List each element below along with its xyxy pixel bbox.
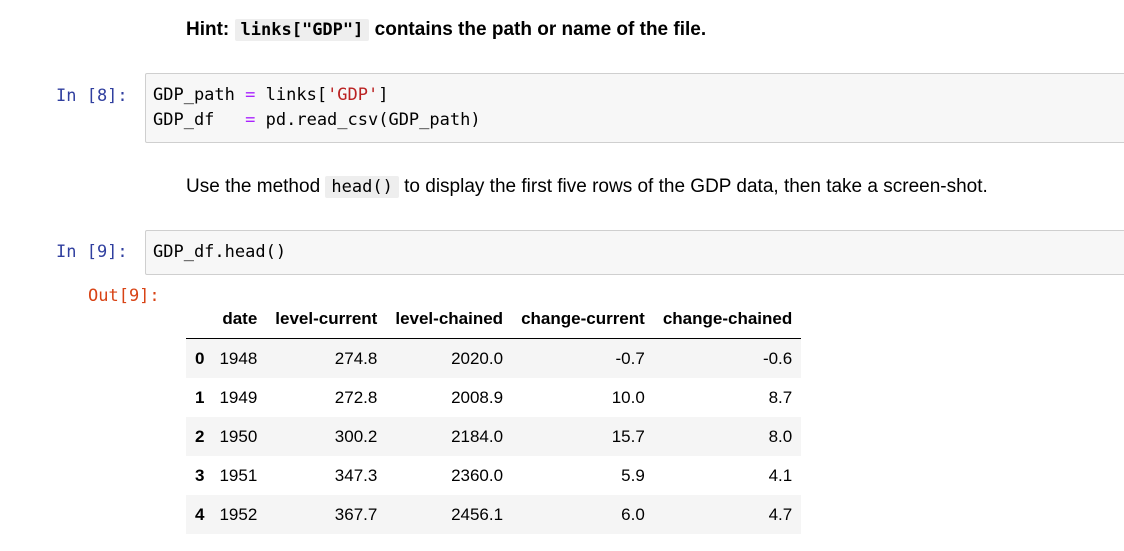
code-line-2: GDP_df = pd.read_csv(GDP_path) [146,108,1124,133]
cell-level-current: 300.2 [334,426,378,446]
column-header-change-chained: change-chained [653,300,802,339]
table-row: 2 1950 300.2 2184.0 15.7 8.0 [186,417,802,456]
cell-level-chained: 2020.0 [451,348,504,368]
code-var: GDP_df [153,110,215,130]
column-header-level-chained: level-chained [386,300,513,339]
row-index: 0 [195,348,205,368]
cell-level-chained: 2360.0 [451,465,504,485]
table-row: 1 1949 272.8 2008.9 10.0 8.7 [186,378,801,417]
code-line-1: GDP_path = links['GDP'] [146,83,1124,108]
cell-date: 1949 [219,387,258,407]
cell-level-chained: 2008.9 [451,387,504,407]
column-header-change-current: change-current [512,300,654,339]
cell-level-chained: 2456.1 [451,504,504,524]
cell-change-current: -0.7 [615,348,645,368]
cell-change-chained: 4.7 [768,504,793,524]
instruction-text: Use the method head() to display the fir… [186,175,988,199]
table-row: 0 1948 274.8 2020.0 -0.7 -0.6 [186,338,802,378]
cell-date: 1950 [219,426,258,446]
table-row: 4 1952 367.7 2456.1 6.0 4.7 [186,495,802,534]
cell-9-output-prompt: Out[9]: [88,286,160,306]
code-operator: = [245,110,256,130]
row-index: 2 [195,426,205,446]
hint-label: Hint: [186,19,230,40]
cell-level-current: 347.3 [334,465,378,485]
cell-change-current: 5.9 [621,465,645,485]
cell-change-chained: 8.7 [768,387,793,407]
code-var: GDP_path [153,85,235,105]
instruction-before: Use the method [186,176,321,197]
column-header-date: date [210,300,267,339]
instruction-after: to display the first five rows of the GD… [404,176,988,197]
column-header-index [186,300,211,339]
cell-level-chained: 2184.0 [451,426,504,446]
cell-level-current: 272.8 [334,387,378,407]
cell-9-prompt: In [9]: [56,242,128,262]
cell-change-current: 10.0 [611,387,645,407]
hint-text: Hint: links["GDP"] contains the path or … [186,18,706,42]
row-index: 3 [195,465,205,485]
cell-date: 1952 [219,504,258,524]
code-line-1: GDP_df.head() [153,242,287,262]
cell-8-input[interactable]: GDP_path = links['GDP'] GDP_df = pd.read… [145,73,1124,143]
cell-8-prompt: In [8]: [56,86,128,106]
cell-change-chained: -0.6 [762,348,793,368]
hint-code: links["GDP"] [234,19,370,41]
code-text: ] [378,85,389,105]
table-header-row: date level-current level-chained change-… [186,300,802,339]
cell-change-current: 15.7 [611,426,645,446]
code-string: 'GDP' [327,85,379,105]
row-index: 1 [195,387,205,407]
table-row: 3 1951 347.3 2360.0 5.9 4.1 [186,456,801,495]
cell-change-current: 6.0 [621,504,645,524]
code-text: links[ [265,85,328,105]
code-operator: = [245,85,256,105]
cell-change-chained: 8.0 [768,426,793,446]
dataframe-table: date level-current level-chained change-… [186,300,802,534]
row-index: 4 [195,504,205,524]
instruction-code: head() [325,176,399,198]
cell-date: 1948 [219,348,258,368]
cell-date: 1951 [219,465,258,485]
cell-level-current: 274.8 [334,348,378,368]
column-header-level-current: level-current [266,300,387,339]
cell-level-current: 367.7 [334,504,378,524]
cell-9-input[interactable]: GDP_df.head() [145,230,1124,275]
code-text: pd.read_csv(GDP_path) [265,110,481,130]
cell-change-chained: 4.1 [768,465,793,485]
hint-description: contains the path or name of the file. [374,19,707,40]
